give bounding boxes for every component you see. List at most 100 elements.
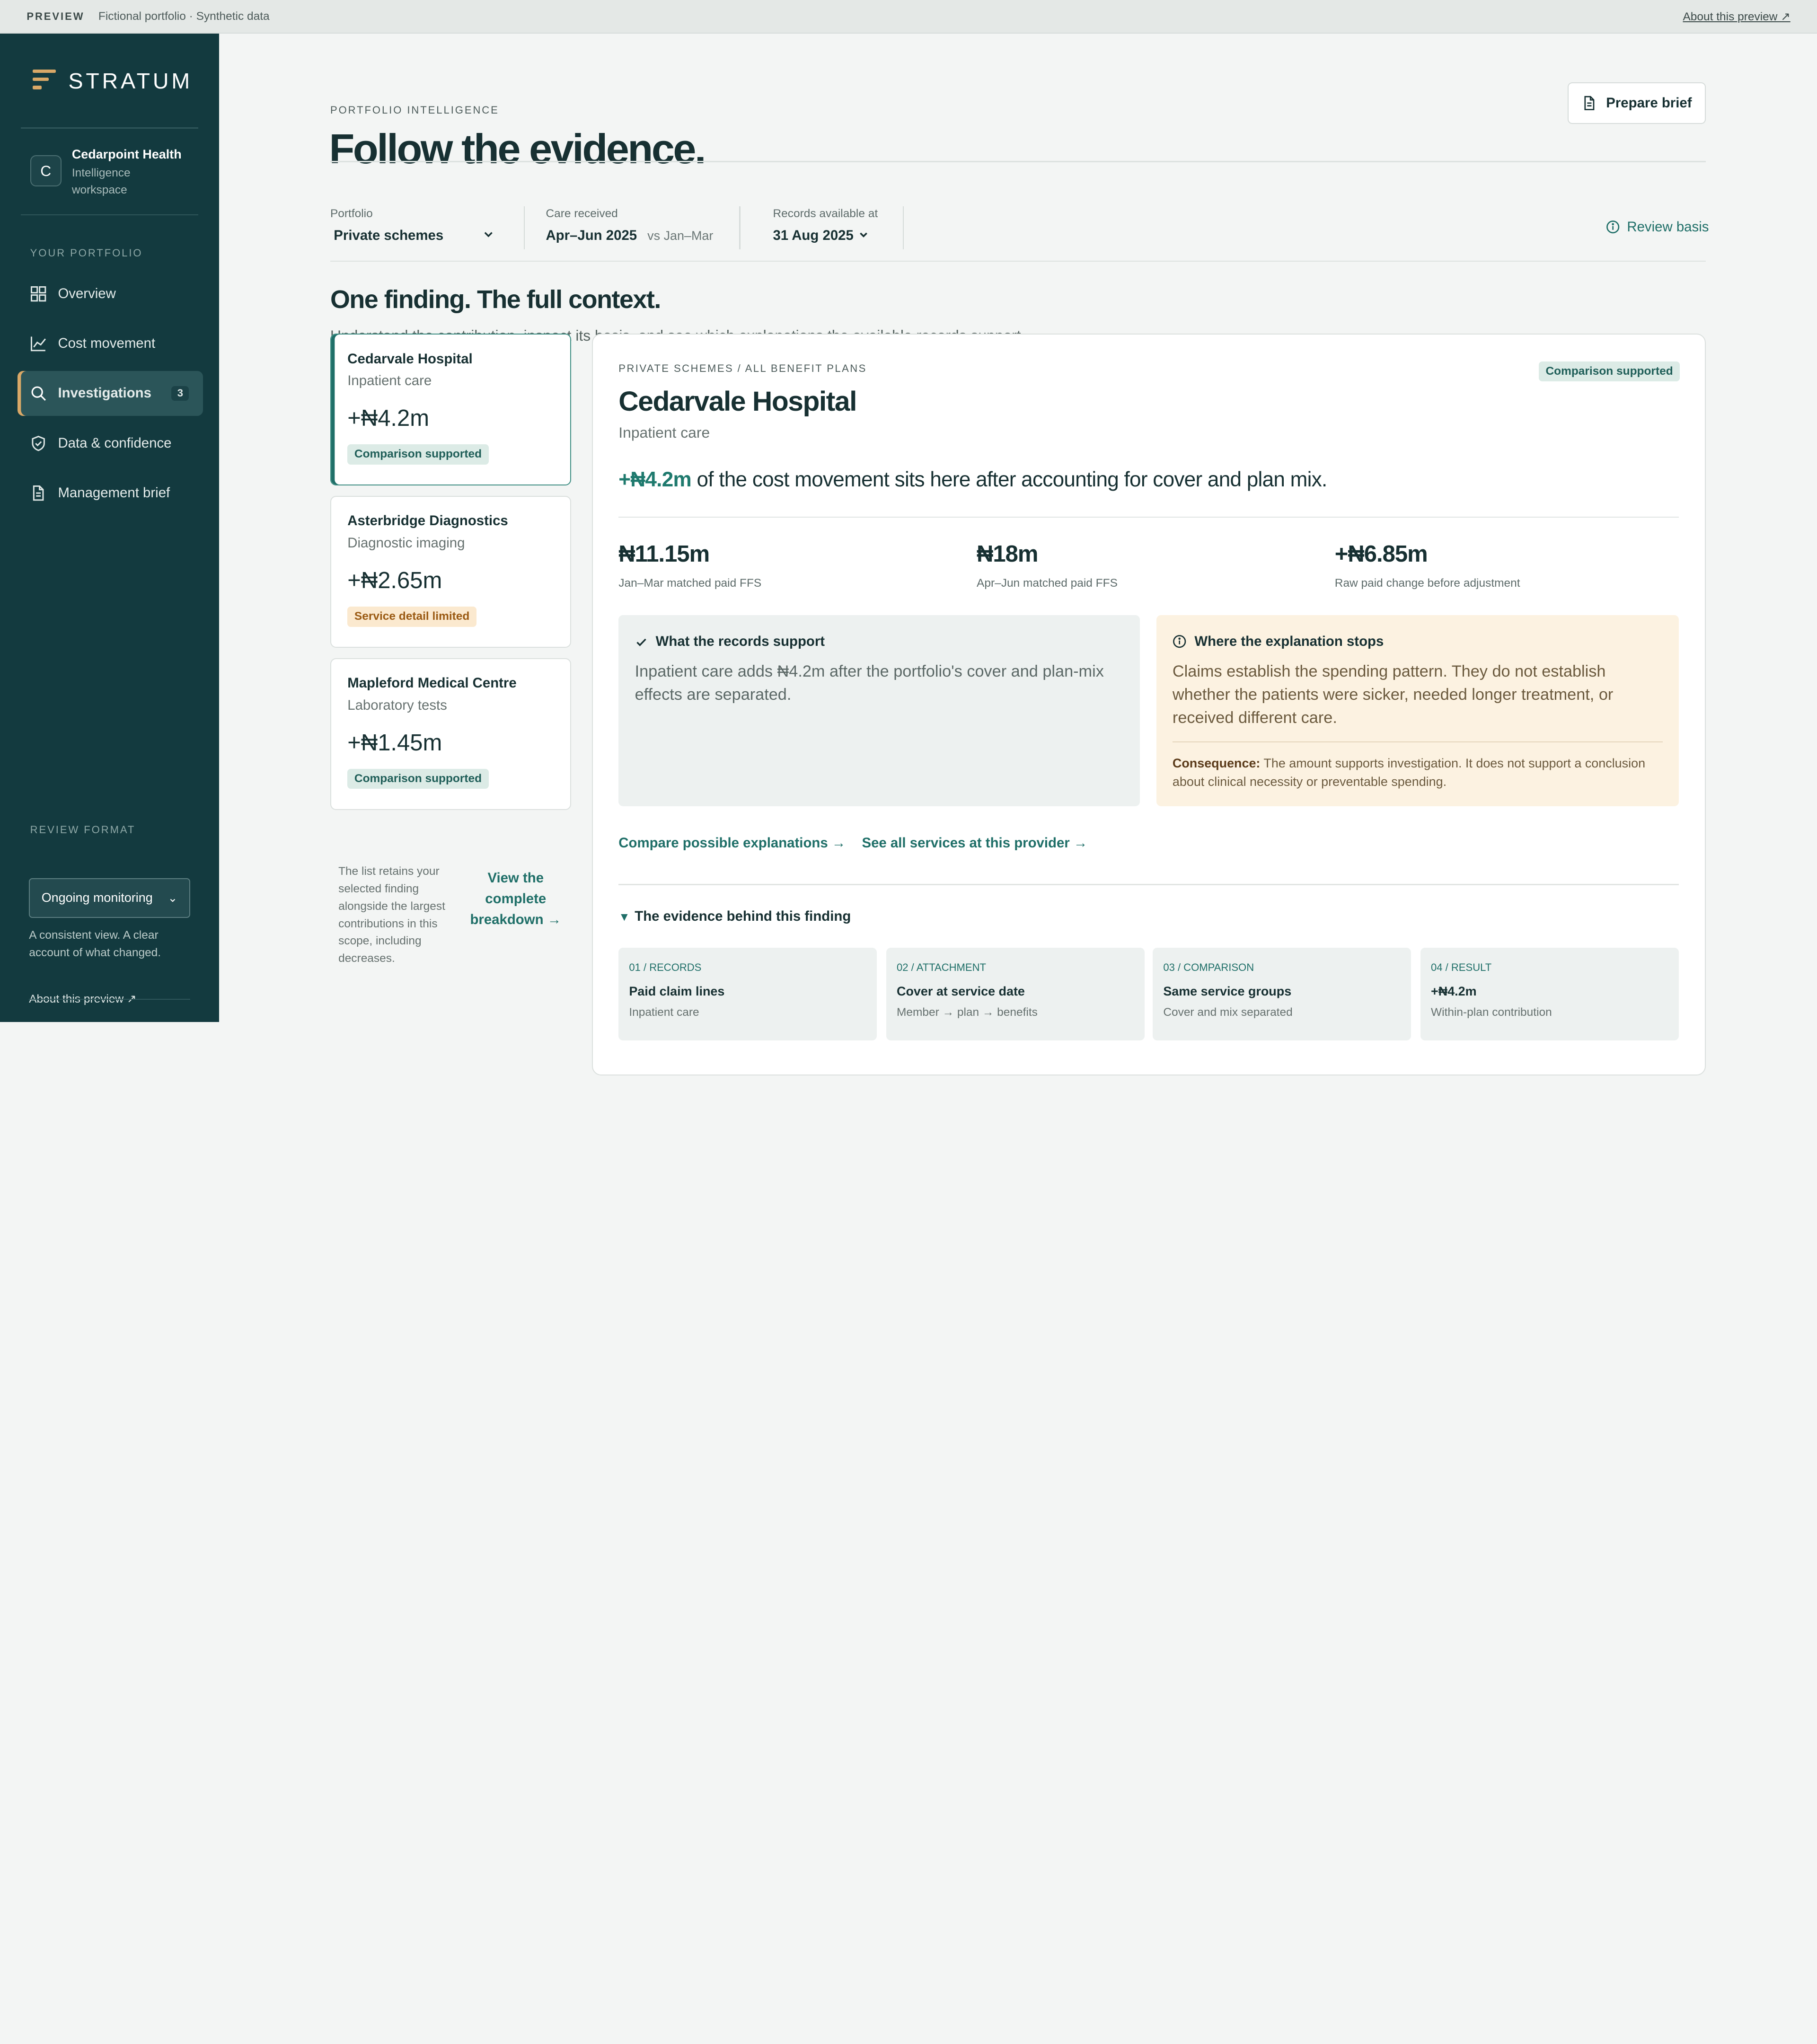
prepare-brief-button[interactable]: Prepare brief	[1568, 82, 1706, 124]
sidebar-item-label: Cost movement	[58, 335, 156, 352]
review-format-value: Ongoing monitoring	[41, 890, 153, 905]
step-label: 03 / COMPARISON	[1163, 961, 1254, 974]
logo-text: STRATUM	[68, 69, 193, 94]
finding-text: of the cost movement sits here after acc…	[691, 467, 1327, 491]
workspace-sub: Intelligence workspace	[71, 166, 131, 197]
portfolio-filter-value: Private schemes	[334, 228, 444, 244]
finding-detail-panel: PRIVATE SCHEMES / ALL BENEFIT PLANS Comp…	[592, 334, 1706, 1075]
about-preview-link[interactable]: About this preview ↗	[1683, 9, 1790, 24]
care-received-label: Care received	[546, 207, 618, 220]
evidence-toggle-label: The evidence behind this finding	[635, 908, 851, 924]
filter-divider-bottom	[330, 261, 1706, 262]
filter-divider	[739, 206, 741, 249]
records-available-label: Records available at	[773, 207, 878, 220]
portfolio-filter[interactable]: Portfolio Private schemes	[330, 207, 494, 244]
sidebar-item-cost-movement[interactable]: Cost movement	[18, 321, 203, 366]
chevron-down-icon	[858, 228, 869, 244]
finding-service: Inpatient care	[347, 372, 432, 388]
metric-value: ₦18m	[977, 541, 1038, 567]
sidebar-item-label: Investigations	[58, 385, 151, 401]
filter-divider	[523, 206, 525, 249]
step-title: +₦4.2m	[1431, 984, 1477, 999]
sidebar-nav: Overview Cost movement Investigations 3 …	[17, 271, 203, 520]
stops-divider	[1172, 741, 1663, 743]
compare-explanations-link[interactable]: Compare possible explanations →	[618, 835, 846, 851]
finding-provider: Mapleford Medical Centre	[347, 675, 517, 691]
care-compare-text: vs Jan–Mar	[647, 228, 714, 243]
sidebar-divider	[21, 214, 198, 216]
step-title: Cover at service date	[897, 984, 1025, 999]
finding-card[interactable]: Cedarvale Hospital Inpatient care +₦4.2m…	[330, 334, 572, 486]
evidence-toggle[interactable]: ▼ The evidence behind this finding	[618, 908, 851, 925]
preview-bar: PREVIEW Fictional portfolio · Synthetic …	[0, 0, 1817, 34]
investigations-count-badge: 3	[171, 386, 189, 401]
grid-icon	[30, 286, 46, 302]
workspace-name: Cedarpoint Health	[71, 147, 182, 161]
finding-service: Diagnostic imaging	[347, 535, 465, 551]
sidebar-item-label: Data & confidence	[58, 435, 172, 451]
sidebar-item-overview[interactable]: Overview	[18, 271, 203, 317]
step-sub: Inpatient care	[629, 1005, 699, 1019]
detail-links: Compare possible explanations → See all …	[618, 835, 1103, 851]
step-sub: Within-plan contribution	[1431, 1005, 1552, 1019]
finding-card[interactable]: Asterbridge Diagnostics Diagnostic imagi…	[330, 496, 572, 648]
info-icon	[1173, 634, 1186, 648]
step-sub: Member → plan → benefits	[897, 1005, 1038, 1019]
review-format-label: REVIEW FORMAT	[30, 824, 136, 836]
sidebar-item-management-brief[interactable]: Management brief	[18, 470, 203, 516]
metric-label: Raw paid change before adjustment	[1334, 576, 1520, 590]
status-badge: Comparison supported	[347, 768, 489, 789]
finding-provider: Cedarvale Hospital	[347, 351, 473, 367]
view-breakdown-link[interactable]: View the complete breakdown →	[469, 868, 562, 930]
sidebar-item-label: Management brief	[58, 485, 170, 501]
document-icon	[30, 485, 46, 501]
care-received-filter[interactable]: Care received Apr–Jun 2025 vs Jan–Mar	[546, 207, 713, 244]
stratum-logo-icon	[32, 69, 56, 94]
preview-label: PREVIEW	[26, 10, 85, 22]
sidebar-item-data-confidence[interactable]: Data & confidence	[18, 421, 203, 466]
chevron-down-icon	[483, 228, 494, 244]
section-title: One finding. The full context.	[330, 285, 661, 314]
step-label: 01 / RECORDS	[629, 961, 702, 974]
caret-down-icon: ▼	[618, 910, 630, 924]
metric-label: Jan–Mar matched paid FFS	[618, 576, 762, 590]
logo[interactable]: STRATUM	[32, 68, 193, 94]
consequence-label: Consequence:	[1172, 756, 1261, 770]
review-format-select[interactable]: Ongoing monitoring ⌄	[29, 878, 190, 918]
finding-amount: +₦4.2m	[618, 467, 691, 491]
sidebar: STRATUM C Cedarpoint Health Intelligence…	[0, 34, 219, 1022]
review-basis-link[interactable]: Review basis	[1606, 219, 1709, 235]
records-available-value: 31 Aug 2025	[773, 228, 854, 244]
portfolio-filter-label: Portfolio	[330, 207, 373, 220]
page-title: Follow the evidence.	[329, 125, 706, 173]
evidence-step: 03 / COMPARISON Same service groups Cove…	[1153, 947, 1411, 1040]
info-icon	[1606, 220, 1620, 234]
metric-label: Apr–Jun matched paid FFS	[977, 576, 1118, 590]
sidebar-item-investigations[interactable]: Investigations 3	[17, 370, 203, 416]
detail-breadcrumb: PRIVATE SCHEMES / ALL BENEFIT PLANS	[618, 362, 867, 375]
evidence-step: 01 / RECORDS Paid claim lines Inpatient …	[618, 947, 877, 1040]
evidence-step: 04 / RESULT +₦4.2m Within-plan contribut…	[1420, 947, 1679, 1040]
workspace-switcher[interactable]: C Cedarpoint Health Intelligence workspa…	[30, 146, 182, 200]
status-badge: Comparison supported	[347, 444, 489, 465]
search-icon	[30, 385, 46, 401]
workspace-avatar: C	[30, 155, 62, 187]
finding-provider: Asterbridge Diagnostics	[347, 513, 508, 529]
metric-value: +₦6.85m	[1334, 541, 1428, 567]
chevron-down-icon: ⌄	[168, 891, 178, 905]
see-all-services-link[interactable]: See all services at this provider →	[862, 835, 1088, 851]
records-available-filter[interactable]: Records available at 31 Aug 2025	[773, 207, 878, 244]
explanation-stops-box: Where the explanation stops Claims estab…	[1156, 615, 1679, 807]
detail-divider	[618, 516, 1679, 518]
sidebar-divider	[29, 999, 190, 1000]
page-eyebrow: PORTFOLIO INTELLIGENCE	[330, 104, 499, 116]
finding-card[interactable]: Mapleford Medical Centre Laboratory test…	[330, 658, 572, 810]
metric: ₦18m Apr–Jun matched paid FFS	[977, 541, 1118, 590]
step-title: Same service groups	[1163, 984, 1292, 999]
stops-text: Claims establish the spending pattern. T…	[1172, 662, 1614, 727]
care-received-value: Apr–Jun 2025	[546, 228, 637, 244]
finding-amount: +₦4.2m	[347, 405, 430, 432]
support-text: Inpatient care adds ₦4.2m after the port…	[635, 662, 1104, 704]
support-heading: What the records support	[655, 634, 825, 650]
detail-finding-statement: +₦4.2m of the cost movement sits here af…	[618, 468, 1327, 492]
